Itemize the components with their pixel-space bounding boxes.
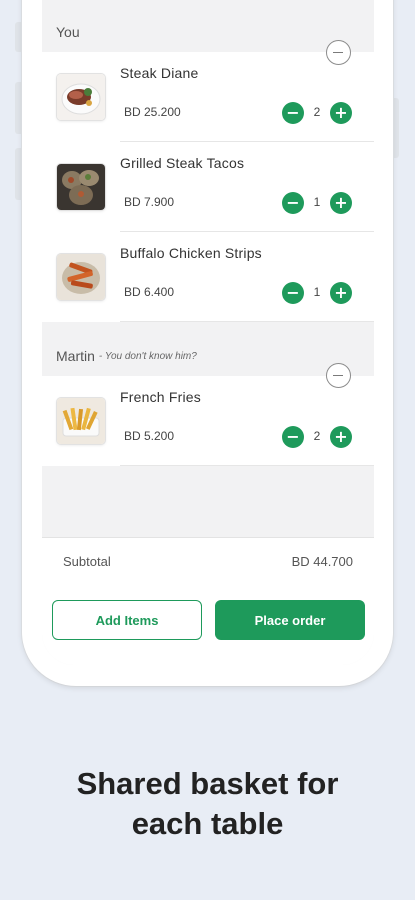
plus-icon[interactable]: + [330,192,352,214]
group-martin: French Fries BD 5.200 − 2 + [42,376,374,466]
add-items-button[interactable]: Add Items [52,600,202,640]
promo-caption: Shared basket for each table [0,764,415,844]
food-image-french-fries [57,398,105,444]
plus-icon[interactable]: + [330,102,352,124]
item-name: French Fries [120,389,201,405]
item-name: Buffalo Chicken Strips [120,245,262,261]
minus-icon[interactable]: − [282,426,304,448]
group-note: - You don't know him? [98,350,197,362]
quantity-stepper: − 2 + [282,102,354,124]
subtotal-label: Subtotal [63,554,111,569]
item-quantity: 2 [313,429,321,443]
item-price: BD 7.900 [124,195,175,209]
phone-side-button [15,148,21,200]
item-price: BD 5.200 [124,429,175,443]
phone-side-button [15,82,21,134]
item-price: BD 6.400 [124,285,175,299]
item-name: Steak Diane [120,65,199,81]
minus-icon[interactable]: − [282,192,304,214]
group-owner: You [56,24,80,40]
item-quantity: 1 [313,285,321,299]
subtotal-value: BD 44.700 [291,554,353,569]
minus-icon[interactable]: − [282,102,304,124]
food-image-steak-diane [57,74,105,120]
group-you: Steak Diane BD 25.200 − 2 + Grilled Stea… [42,52,374,322]
basket-footer: Subtotal BD 44.700 Add Items Place order [42,537,374,665]
item-price: BD 25.200 [124,105,181,119]
quantity-stepper: − 1 + [282,192,354,214]
group-header-martin: Martin - You don't know him? [42,341,374,371]
group-header-you: You [42,17,374,47]
quantity-stepper: − 2 + [282,426,354,448]
phone-side-button [15,22,21,52]
minus-circle-icon[interactable] [326,40,351,65]
place-order-button[interactable]: Place order [215,600,365,640]
list-item: Buffalo Chicken Strips BD 6.400 − 1 + [42,232,374,322]
item-quantity: 2 [313,105,321,119]
plus-icon[interactable]: + [330,282,352,304]
group-owner: Martin [56,348,95,364]
quantity-stepper: − 1 + [282,282,354,304]
minus-icon[interactable]: − [282,282,304,304]
list-item: Steak Diane BD 25.200 − 2 + [42,52,374,142]
item-quantity: 1 [313,195,321,209]
divider [120,321,374,322]
caption-line: each table [131,806,284,841]
food-image-buffalo-chicken-strips [57,254,105,300]
list-item: Grilled Steak Tacos BD 7.900 − 1 + [42,142,374,232]
phone-side-button [393,98,399,158]
list-item: French Fries BD 5.200 − 2 + [42,376,374,466]
basket-screen: You Steak Diane BD 25.200 − 2 + Grilled … [42,0,374,665]
food-image-steak-tacos [57,164,105,210]
item-name: Grilled Steak Tacos [120,155,245,171]
divider [120,465,374,466]
caption-line: Shared basket for [76,766,339,801]
minus-circle-icon[interactable] [326,363,351,388]
plus-icon[interactable]: + [330,426,352,448]
